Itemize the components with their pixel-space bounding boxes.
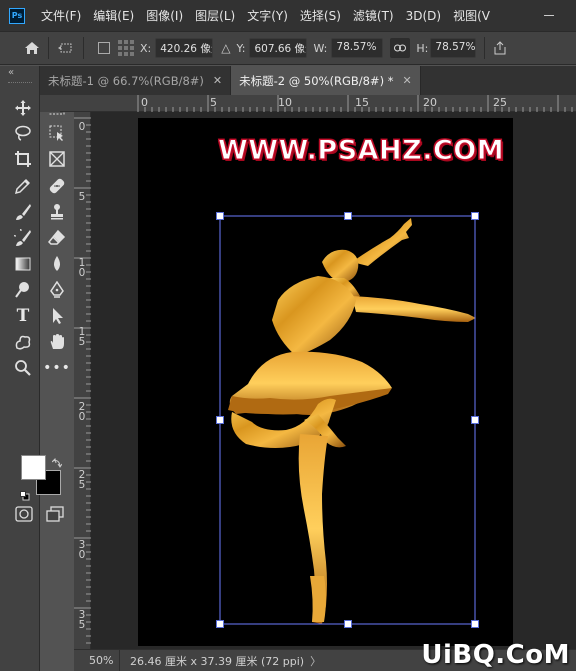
- photoshop-window: Ps 文件(F) 编辑(E) 图像(I) 图层(L) 文字(Y) 选择(S) 滤…: [0, 0, 576, 671]
- transform-handle[interactable]: [216, 212, 224, 220]
- site-watermark: UiBQ.CoM: [421, 640, 570, 670]
- transform-handle[interactable]: [216, 416, 224, 424]
- transform-handle[interactable]: [216, 620, 224, 628]
- transform-handle[interactable]: [344, 620, 352, 628]
- transform-bounding-box[interactable]: [0, 0, 576, 671]
- foreground-color-swatch[interactable]: [21, 455, 46, 480]
- transform-handle[interactable]: [471, 416, 479, 424]
- transform-handle[interactable]: [471, 620, 479, 628]
- transform-handle[interactable]: [471, 212, 479, 220]
- transform-handle[interactable]: [344, 212, 352, 220]
- zoom-level[interactable]: 50%: [74, 649, 120, 671]
- document-info: 26.46 厘米 x 37.39 厘米 (72 ppi): [130, 654, 305, 668]
- status-menu-icon[interactable]: 〉: [310, 653, 321, 669]
